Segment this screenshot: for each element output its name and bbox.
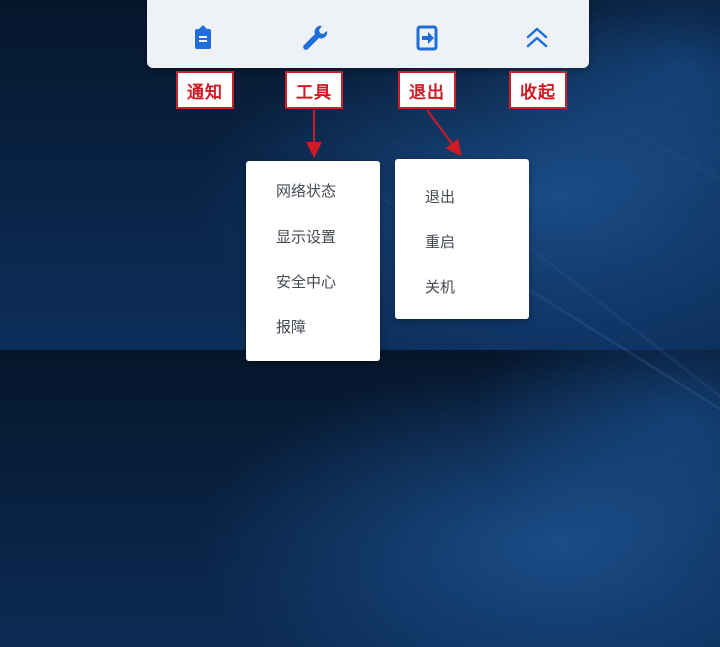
annotation-label-tools: 工具 [285,71,343,109]
exit-menu: 退出 重启 关机 [395,159,529,319]
exit-arrow [426,109,462,157]
top-toolbar [147,0,589,68]
menu-item-shutdown[interactable]: 关机 [425,276,455,297]
wrench-icon [303,25,328,50]
menu-item-logout[interactable]: 退出 [425,186,455,207]
exit-button[interactable] [407,18,447,58]
tools-menu: 网络状态 显示设置 安全中心 报障 [246,161,380,361]
notification-button[interactable] [183,18,223,58]
double-chevron-up-icon [526,27,548,48]
annotation-label-notify: 通知 [176,71,234,109]
menu-item-network-status[interactable]: 网络状态 [276,180,336,201]
menu-item-report-fault[interactable]: 报障 [276,316,306,337]
menu-item-restart[interactable]: 重启 [425,231,455,252]
menu-item-display-settings[interactable]: 显示设置 [276,226,336,247]
notification-bag-icon [195,25,211,49]
tools-button[interactable] [295,18,335,58]
annotation-label-collapse: 收起 [509,71,567,109]
menu-item-security-center[interactable]: 安全中心 [276,271,336,292]
collapse-button[interactable] [517,18,557,58]
wallpaper-light-beam [499,60,720,486]
annotation-label-exit: 退出 [398,71,456,109]
exit-door-icon [416,25,438,51]
